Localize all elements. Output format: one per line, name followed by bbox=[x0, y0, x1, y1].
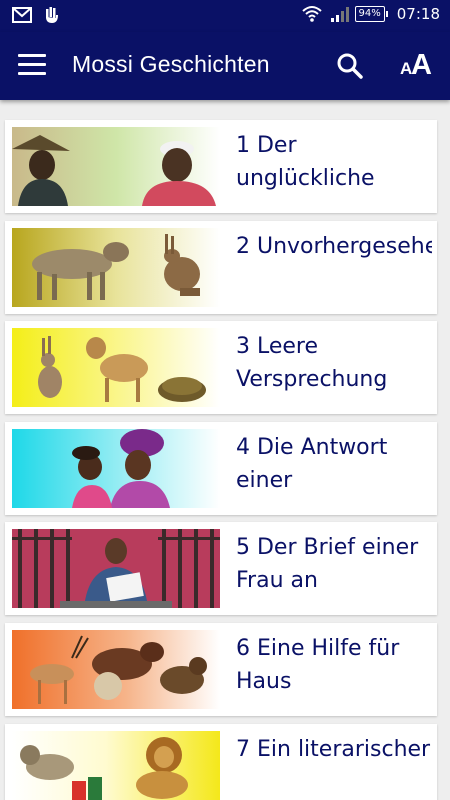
search-icon[interactable] bbox=[334, 50, 366, 82]
story-title: 4 Die Antwort einer bbox=[236, 435, 388, 493]
story-title: 7 Ein literarischer bbox=[236, 737, 431, 762]
story-image-hyena-and-hare bbox=[12, 228, 220, 307]
story-image-man-in-prison bbox=[12, 529, 220, 608]
story-card-5[interactable]: 5 Der Brief einer Frau an bbox=[5, 522, 437, 615]
status-bar: 94% 07:18 bbox=[0, 0, 450, 32]
menu-icon[interactable] bbox=[18, 54, 46, 78]
story-image-hare-hyena-tortoise bbox=[12, 328, 220, 407]
font-size-icon[interactable]: A A bbox=[398, 48, 434, 82]
story-card-4[interactable]: 4 Die Antwort einer bbox=[5, 422, 437, 515]
signal-icon bbox=[330, 7, 349, 22]
story-card-2[interactable]: 2 Unvorhergesehen bbox=[5, 221, 437, 314]
story-card-6[interactable]: 6 Eine Hilfe für Haus bbox=[5, 623, 437, 716]
clock: 07:18 bbox=[396, 5, 440, 23]
story-card-1[interactable]: 1 Der unglückliche bbox=[5, 120, 437, 213]
story-title: 5 Der Brief einer Frau an bbox=[236, 535, 419, 593]
story-title: 6 Eine Hilfe für Haus bbox=[236, 636, 400, 694]
battery-level: 94% bbox=[358, 8, 381, 19]
story-card-3[interactable]: 3 Leere Versprechung bbox=[5, 321, 437, 414]
story-image-hyena-lion-books bbox=[12, 731, 220, 800]
font-size-big-a: A bbox=[411, 49, 432, 81]
story-card-7[interactable]: 7 Ein literarischer bbox=[5, 724, 437, 800]
app-title: Mossi Geschichten bbox=[72, 51, 270, 77]
story-title: 3 Leere Versprechung bbox=[236, 334, 388, 392]
story-image-mother-and-daughter bbox=[12, 429, 220, 508]
story-image-two-men bbox=[12, 127, 220, 206]
hand-icon bbox=[46, 7, 58, 23]
story-title: 1 Der unglückliche bbox=[236, 133, 375, 191]
story-list: 1 Der unglückliche 2 Unvorhergesehen 3 L… bbox=[0, 100, 450, 800]
app-bar: Mossi Geschichten A A bbox=[0, 32, 450, 100]
battery-icon: 94% bbox=[354, 6, 389, 22]
story-title: 2 Unvorhergesehen bbox=[236, 234, 432, 259]
gmail-icon bbox=[12, 7, 32, 23]
wifi-icon bbox=[301, 6, 322, 22]
story-image-animals-group bbox=[12, 630, 220, 709]
